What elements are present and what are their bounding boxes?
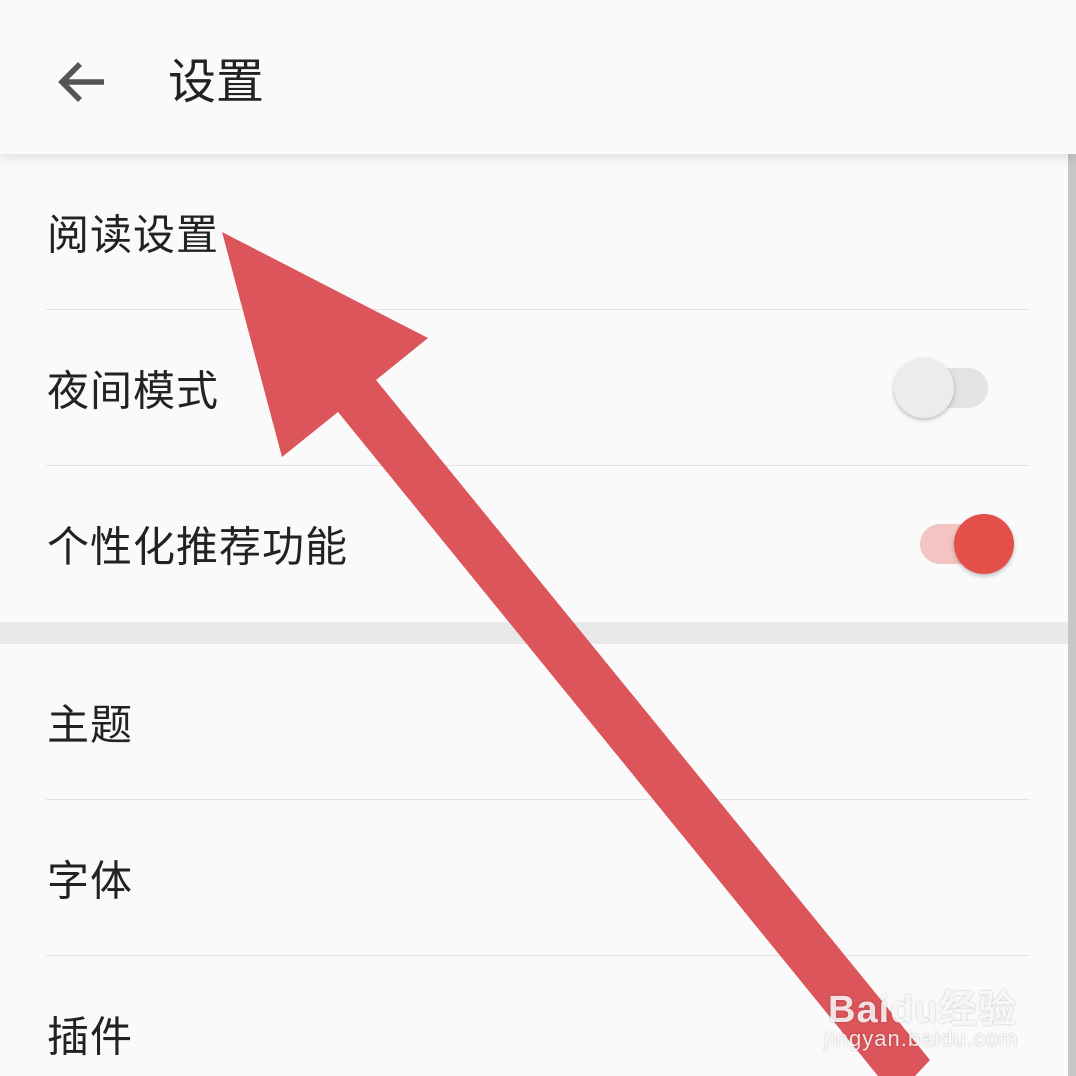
night-mode-toggle[interactable] <box>894 358 990 418</box>
settings-item-label: 插件 <box>47 1012 134 1062</box>
settings-list: 阅读设置 夜间模式 个性化推荐功能 主题 字体 插件 <box>0 154 1076 1076</box>
arrow-left-icon <box>58 62 104 102</box>
page-title: 设置 <box>168 54 265 110</box>
section-divider <box>0 622 1068 644</box>
settings-item-font[interactable]: 字体 <box>0 800 1068 956</box>
settings-item-theme[interactable]: 主题 <box>0 644 1068 800</box>
scrollbar[interactable] <box>1068 154 1076 1076</box>
personalized-recommendation-toggle[interactable] <box>918 514 1014 574</box>
settings-item-night-mode[interactable]: 夜间模式 <box>0 310 1068 466</box>
back-button[interactable] <box>46 46 118 118</box>
toggle-thumb <box>894 358 954 418</box>
settings-item-label: 夜间模式 <box>47 366 220 416</box>
settings-item-label: 主题 <box>47 700 134 750</box>
settings-item-personalized-recommendation[interactable]: 个性化推荐功能 <box>0 466 1068 622</box>
settings-item-label: 阅读设置 <box>47 210 220 260</box>
settings-screen: 设置 阅读设置 夜间模式 个性化推荐功能 主题 字体 插件 Baidu经验 ji… <box>0 0 1076 1076</box>
settings-item-label: 字体 <box>47 856 134 906</box>
baidu-jingyan-watermark: Baidu经验 jingyan.baidu.com <box>822 960 1022 1060</box>
watermark-brand: Baidu经验 <box>828 989 1017 1031</box>
toggle-thumb <box>954 514 1014 574</box>
settings-item-reading[interactable]: 阅读设置 <box>0 154 1068 310</box>
watermark-url: jingyan.baidu.com <box>824 1026 1019 1051</box>
app-bar: 设置 <box>0 0 1076 154</box>
settings-item-label: 个性化推荐功能 <box>47 522 349 572</box>
